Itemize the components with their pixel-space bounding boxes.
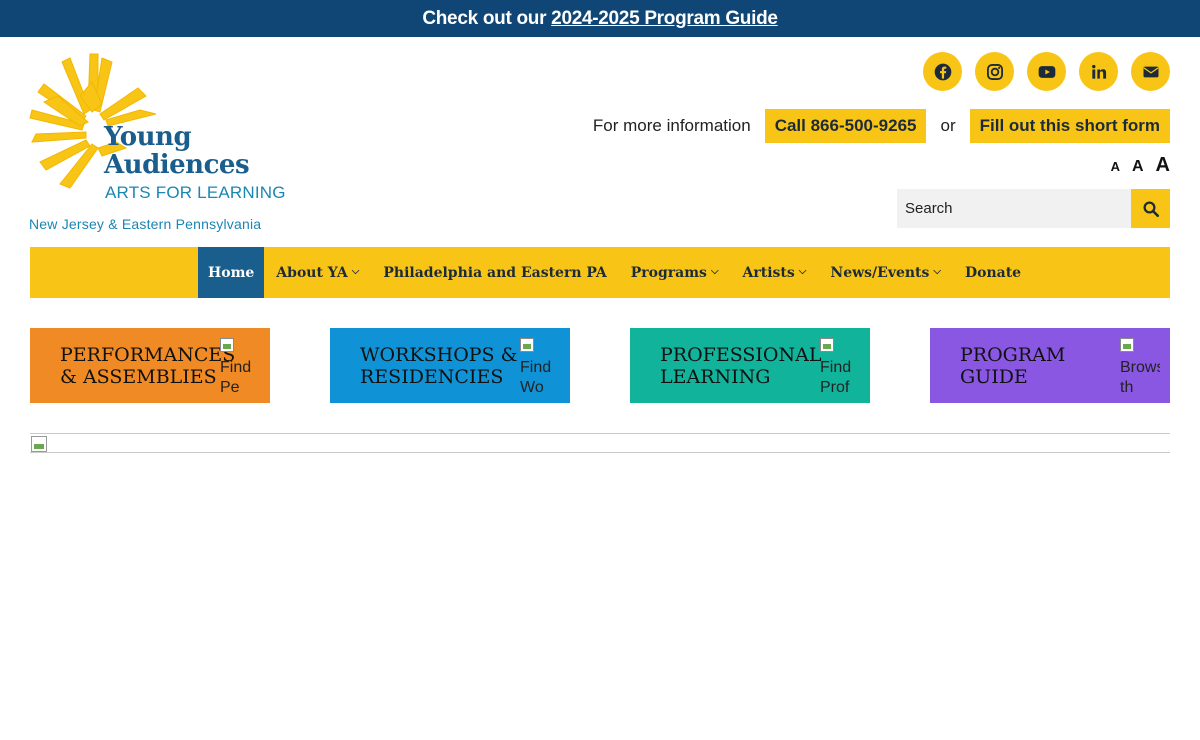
tile-performances[interactable]: PERFORMANCES & ASSEMBLIES Find Pe (30, 328, 270, 403)
image-alt-text: Find Pe (220, 359, 252, 392)
envelope-icon[interactable] (1131, 52, 1170, 91)
program-guide-link[interactable]: 2024-2025 Program Guide (551, 8, 778, 30)
search-icon (1143, 201, 1159, 217)
tile-title: WORKSHOPS & RESIDENCIES (360, 343, 518, 388)
font-size-medium[interactable]: A (1132, 158, 1144, 176)
font-size-controls: A A A (1111, 154, 1170, 177)
tile-professional-learning[interactable]: PROFESSIONAL LEARNING Find Prof (630, 328, 870, 403)
nav-philadelphia-label: Philadelphia and Eastern PA (383, 264, 607, 281)
logo-young-text: Young (104, 122, 192, 152)
tile-title: PROFESSIONAL LEARNING (660, 343, 822, 388)
nav-home[interactable]: Home (198, 247, 265, 298)
nav-philadelphia[interactable]: Philadelphia and Eastern PA (371, 247, 618, 298)
logo-tagline: ARTS FOR LEARNING (105, 183, 286, 202)
search-button[interactable] (1131, 189, 1170, 228)
youtube-icon[interactable] (1027, 52, 1066, 91)
announcement-text: Check out our (422, 7, 547, 29)
nav-news-events-label: News/Events (830, 264, 930, 281)
broken-image-icon (31, 436, 47, 452)
font-size-small[interactable]: A (1111, 159, 1120, 174)
broken-image-icon: Brows th (1120, 338, 1160, 392)
site-logo[interactable]: Young Audiences ARTS FOR LEARNING New Je… (28, 52, 288, 234)
main-nav: Home About YA ⌵ Philadelphia and Eastern … (30, 247, 1170, 298)
broken-image-icon: Find Prof (820, 338, 860, 392)
hero-image (30, 433, 1170, 453)
image-alt-text: Find Prof (820, 359, 852, 392)
nav-donate[interactable]: Donate (953, 247, 1033, 298)
tile-title: PERFORMANCES & ASSEMBLIES (60, 343, 236, 388)
nav-programs-label: Programs (630, 264, 707, 281)
tile-title: PROGRAM GUIDE (960, 343, 1066, 388)
font-size-large[interactable]: A (1156, 154, 1170, 177)
facebook-icon[interactable] (923, 52, 962, 91)
chevron-down-icon: ⌵ (798, 266, 807, 277)
tile-workshops[interactable]: WORKSHOPS & RESIDENCIES Find Wo (330, 328, 570, 403)
tile-program-guide[interactable]: PROGRAM GUIDE Brows th (930, 328, 1170, 403)
search-form (897, 189, 1170, 228)
info-or: or (940, 116, 956, 135)
form-button[interactable]: Fill out this short form (969, 109, 1170, 143)
chevron-down-icon: ⌵ (933, 266, 941, 277)
nav-about[interactable]: About YA ⌵ (264, 247, 371, 298)
broken-image-icon: Find Pe (220, 338, 260, 392)
contact-info: For more information Call 866-500-9265 o… (593, 109, 1170, 143)
chevron-down-icon: ⌵ (710, 266, 719, 277)
info-label: For more information (592, 116, 751, 135)
chevron-down-icon: ⌵ (351, 266, 360, 277)
announcement-bar: Check out our 2024-2025 Program Guide (0, 0, 1200, 37)
social-links (923, 52, 1170, 91)
nav-news-events[interactable]: News/Events ⌵ (818, 247, 953, 298)
logo-region: New Jersey & Eastern Pennsylvania (29, 216, 262, 232)
nav-donate-label: Donate (964, 264, 1022, 281)
broken-image-icon: Find Wo (520, 338, 560, 392)
nav-artists-label: Artists (742, 264, 795, 281)
instagram-icon[interactable] (975, 52, 1014, 91)
logo-audiences-text: Audiences (104, 150, 250, 180)
search-input[interactable] (897, 189, 1131, 228)
nav-about-label: About YA (276, 264, 348, 281)
nav-home-label: Home (208, 264, 255, 281)
nav-programs[interactable]: Programs ⌵ (619, 247, 731, 298)
call-button[interactable]: Call 866-500-9265 (764, 109, 927, 143)
image-alt-text: Brows th (1120, 359, 1160, 392)
nav-artists[interactable]: Artists ⌵ (731, 247, 819, 298)
image-alt-text: Find Wo (520, 359, 552, 392)
linkedin-icon[interactable] (1079, 52, 1118, 91)
